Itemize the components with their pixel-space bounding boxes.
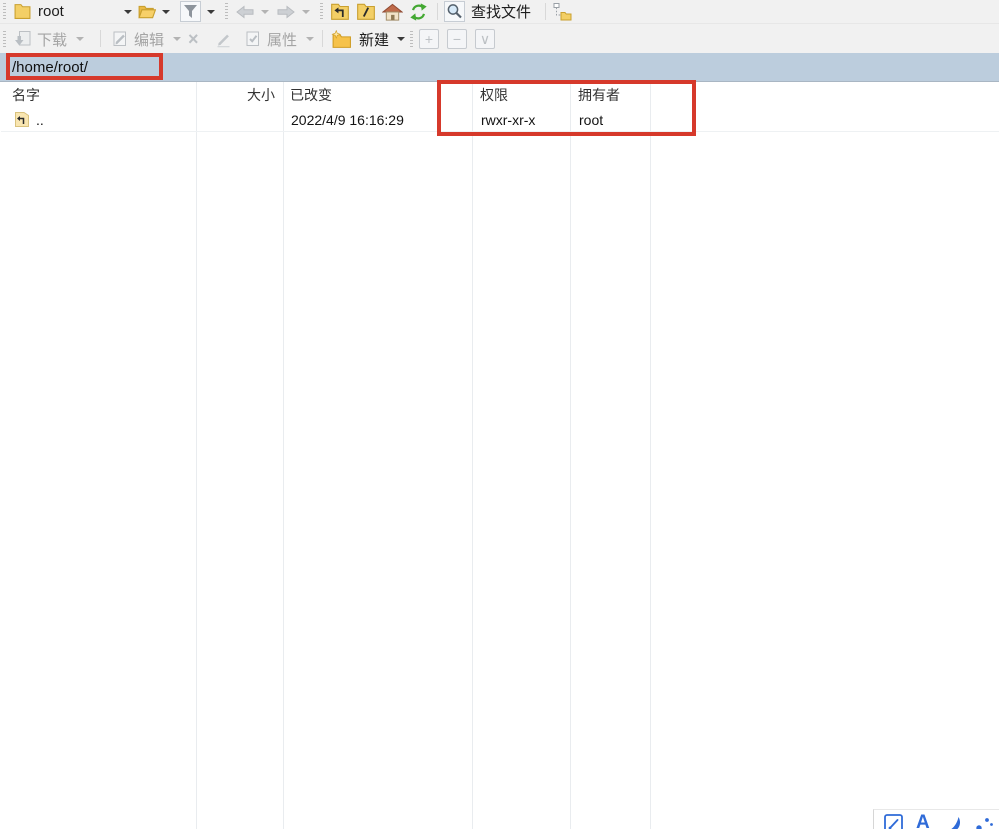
download-label: 下载 bbox=[37, 29, 67, 50]
home-icon bbox=[382, 2, 403, 22]
remote-file-panel: 名字 大小 已改变 权限 拥有者 .. 2022/4/9 16:16:29 rw… bbox=[0, 82, 999, 829]
delete-x-icon: × bbox=[188, 30, 199, 48]
chevron-down-icon bbox=[124, 10, 132, 14]
column-divider[interactable] bbox=[650, 82, 651, 829]
blur-dots-tool-icon[interactable] bbox=[974, 813, 996, 829]
rectangle-pen-tool-icon[interactable] bbox=[883, 813, 905, 829]
open-directory-button[interactable] bbox=[138, 0, 170, 23]
directory-tree-button[interactable] bbox=[552, 0, 572, 23]
home-directory-button[interactable] bbox=[382, 0, 403, 23]
session-combo[interactable]: root bbox=[14, 0, 132, 23]
chevron-down-icon bbox=[207, 10, 215, 14]
parent-folder-icon bbox=[330, 2, 350, 21]
forward-arrow-icon bbox=[276, 3, 296, 21]
text-tool-icon[interactable]: A bbox=[916, 813, 930, 829]
find-files-button[interactable]: 查找文件 bbox=[444, 0, 531, 23]
toolbar-gripper[interactable] bbox=[410, 31, 413, 47]
file-name: .. bbox=[36, 108, 44, 131]
column-header-name[interactable]: 名字 bbox=[12, 82, 40, 108]
toolbar-separator bbox=[545, 3, 546, 20]
file-permissions: rwxr-xr-x bbox=[481, 108, 535, 131]
column-header-owner[interactable]: 拥有者 bbox=[578, 82, 620, 108]
address-bar[interactable]: /home/root/ bbox=[0, 53, 999, 82]
toolbar-separator bbox=[437, 3, 438, 20]
column-divider[interactable] bbox=[472, 82, 473, 829]
open-folder-icon bbox=[138, 3, 156, 20]
column-divider[interactable] bbox=[196, 82, 197, 829]
new-folder-icon bbox=[331, 30, 352, 49]
brush-tool-icon[interactable] bbox=[941, 813, 963, 829]
select-plus-icon: + bbox=[419, 29, 439, 49]
file-row-parent-directory[interactable]: .. 2022/4/9 16:16:29 rwxr-xr-x root bbox=[1, 108, 999, 132]
rename-button bbox=[214, 24, 233, 54]
select-toggle-icon: ∨ bbox=[475, 29, 495, 49]
download-icon bbox=[13, 30, 32, 48]
session-folder-icon bbox=[14, 3, 31, 20]
parent-directory-button[interactable] bbox=[330, 0, 350, 23]
edit-icon bbox=[110, 30, 129, 48]
rename-pencil-icon bbox=[214, 30, 233, 48]
session-combo-label: root bbox=[38, 3, 64, 20]
properties-label: 属性 bbox=[267, 29, 297, 50]
chevron-down-icon bbox=[261, 10, 269, 14]
current-path: /home/root/ bbox=[12, 59, 88, 76]
column-header-size[interactable]: 大小 bbox=[197, 82, 275, 108]
unselect-files-button: − bbox=[447, 24, 467, 54]
select-minus-icon: − bbox=[447, 29, 467, 49]
root-directory-button[interactable] bbox=[356, 0, 376, 23]
search-icon bbox=[444, 1, 465, 22]
column-divider[interactable] bbox=[283, 82, 284, 829]
file-changed: 2022/4/9 16:16:29 bbox=[291, 108, 404, 131]
parent-directory-icon bbox=[14, 108, 30, 131]
column-header-changed[interactable]: 已改变 bbox=[290, 82, 332, 108]
file-owner: root bbox=[579, 108, 603, 131]
file-size bbox=[198, 108, 276, 131]
toolbar-gripper[interactable] bbox=[320, 3, 323, 19]
chevron-down-icon bbox=[162, 10, 170, 14]
filter-funnel-icon bbox=[180, 1, 201, 22]
directory-tree-icon bbox=[552, 2, 572, 21]
delete-button: × bbox=[188, 24, 199, 54]
edit-button: 编辑 bbox=[110, 24, 181, 54]
session-toolbar: root bbox=[0, 0, 999, 24]
find-files-label: 查找文件 bbox=[471, 1, 531, 22]
properties-button: 属性 bbox=[243, 24, 314, 54]
toolbar-gripper[interactable] bbox=[3, 3, 6, 19]
refresh-icon bbox=[408, 2, 429, 22]
chevron-down-icon bbox=[306, 37, 314, 41]
edit-label: 编辑 bbox=[134, 29, 164, 50]
column-divider[interactable] bbox=[570, 82, 571, 829]
new-label: 新建 bbox=[359, 29, 389, 50]
toolbar-separator bbox=[100, 30, 101, 47]
chevron-down-icon bbox=[76, 37, 84, 41]
chevron-down-icon bbox=[302, 10, 310, 14]
select-files-button: + bbox=[419, 24, 439, 54]
properties-icon bbox=[243, 30, 262, 48]
back-button bbox=[235, 0, 269, 23]
root-folder-icon bbox=[356, 2, 376, 21]
toolbar-gripper[interactable] bbox=[3, 31, 6, 47]
new-button[interactable]: 新建 bbox=[331, 24, 405, 54]
toolbar-separator bbox=[322, 30, 323, 47]
refresh-button[interactable] bbox=[408, 0, 429, 23]
toggle-selection-button: ∨ bbox=[475, 24, 495, 54]
chevron-down-icon bbox=[173, 37, 181, 41]
annotation-toolbar: A bbox=[873, 809, 999, 829]
filter-button[interactable] bbox=[180, 0, 215, 23]
toolbar-gripper[interactable] bbox=[225, 3, 228, 19]
forward-button bbox=[276, 0, 310, 23]
download-button: 下载 bbox=[13, 24, 84, 54]
back-arrow-icon bbox=[235, 3, 255, 21]
column-header-permissions[interactable]: 权限 bbox=[480, 82, 508, 108]
command-toolbar: 下载 编辑 × bbox=[0, 24, 999, 54]
chevron-down-icon bbox=[397, 37, 405, 41]
